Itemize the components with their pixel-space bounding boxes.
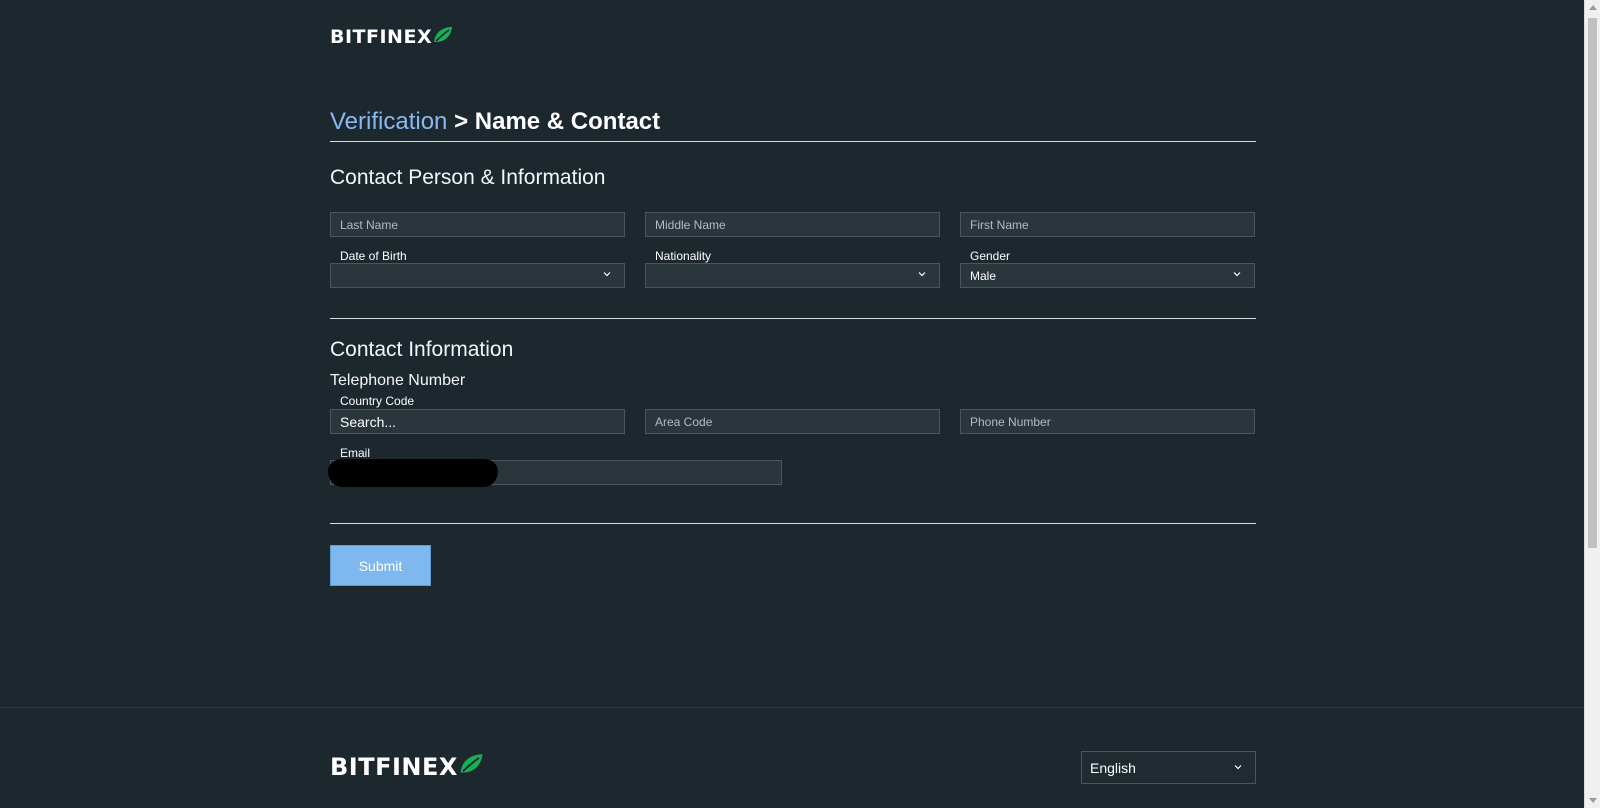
gender-select[interactable]: Male	[960, 263, 1255, 288]
nationality-select[interactable]	[645, 263, 940, 288]
last-name-input[interactable]: Last Name	[330, 212, 625, 237]
email-label: Email	[340, 446, 371, 460]
bitfinex-logo[interactable]: BITFINEX	[330, 24, 453, 50]
nationality-label: Nationality	[655, 249, 712, 263]
vertical-scrollbar[interactable]	[1584, 0, 1600, 808]
logo-text: BITFINEX	[330, 753, 458, 781]
language-select[interactable]: English	[1081, 751, 1256, 784]
verification-page: BITFINEX Verification > Name & Contact C…	[0, 0, 1584, 808]
heading-divider	[330, 141, 1256, 142]
gender-value: Male	[970, 268, 997, 283]
phone-number-input[interactable]: Phone Number	[960, 409, 1255, 434]
first-name-input[interactable]: First Name	[960, 212, 1255, 237]
footer-bitfinex-logo[interactable]: BITFINEX	[330, 752, 484, 782]
section-divider	[330, 318, 1256, 319]
gender-label: Gender	[970, 249, 1011, 263]
scroll-up-arrow-icon[interactable]	[1589, 5, 1597, 10]
middle-name-input[interactable]: Middle Name	[645, 212, 940, 237]
dob-label: Date of Birth	[340, 249, 407, 263]
section-title-person: Contact Person & Information	[330, 166, 606, 189]
dob-select[interactable]	[330, 263, 625, 288]
logo-text: BITFINEX	[330, 26, 433, 48]
scrollbar-thumb[interactable]	[1588, 18, 1597, 548]
chevron-down-icon	[603, 272, 611, 277]
telephone-title: Telephone Number	[330, 372, 466, 389]
scroll-down-arrow-icon[interactable]	[1589, 798, 1597, 803]
language-value: English	[1090, 759, 1136, 776]
breadcrumb-verification-link[interactable]: Verification	[330, 108, 447, 135]
page-title: Verification > Name & Contact	[330, 108, 660, 136]
area-code-input[interactable]: Area Code	[645, 409, 940, 434]
footer-divider	[0, 707, 1584, 708]
breadcrumb-current: Name & Contact	[474, 108, 661, 135]
form-end-divider	[330, 523, 1256, 524]
submit-button[interactable]: Submit	[330, 545, 431, 586]
section-title-contact: Contact Information	[330, 338, 514, 361]
breadcrumb-separator: >	[454, 108, 469, 135]
chevron-down-icon	[1234, 765, 1242, 770]
country-code-search[interactable]: Search...	[330, 409, 625, 434]
leaf-icon	[459, 753, 484, 781]
chevron-down-icon	[1233, 272, 1241, 277]
redaction-mark	[328, 459, 498, 487]
country-code-label: Country Code	[340, 394, 415, 408]
chevron-down-icon	[918, 272, 926, 277]
leaf-icon	[433, 26, 453, 49]
